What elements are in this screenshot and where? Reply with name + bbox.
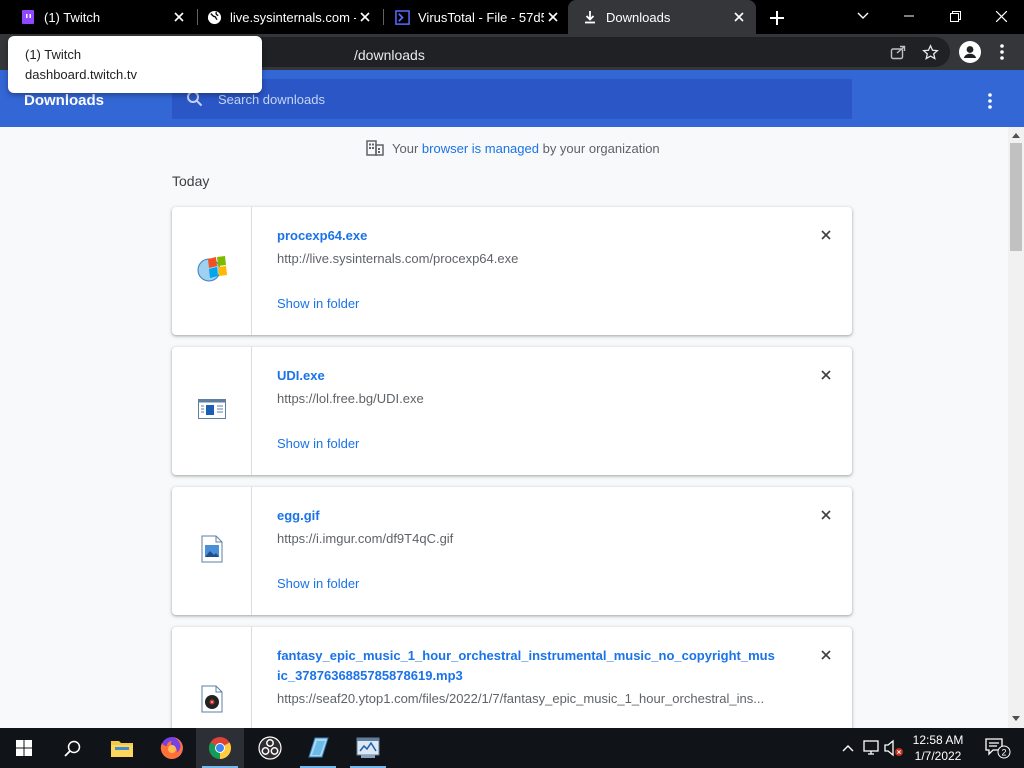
- file-icon-column: [172, 207, 252, 335]
- share-icon[interactable]: [886, 40, 910, 64]
- profile-avatar[interactable]: [958, 40, 982, 64]
- managed-notice: Your browser is managed by your organiza…: [366, 140, 660, 156]
- virustotal-icon: [394, 9, 410, 25]
- download-item: fantasy_epic_music_1_hour_orchestral_ins…: [172, 627, 852, 728]
- download-item: UDI.exe https://lol.free.bg/UDI.exe Show…: [172, 347, 852, 475]
- globe-icon: [206, 9, 222, 25]
- file-name-link[interactable]: egg.gif: [277, 506, 777, 526]
- show-in-folder-link[interactable]: Show in folder: [277, 576, 359, 591]
- managed-link[interactable]: browser is managed: [422, 141, 539, 156]
- download-item: procexp64.exe http://live.sysinternals.c…: [172, 207, 852, 335]
- remove-item-icon[interactable]: [816, 365, 836, 385]
- tab-title: Downloads: [606, 9, 671, 25]
- tab-search-icon[interactable]: [840, 0, 886, 32]
- file-icon-column: [172, 627, 252, 728]
- search-icon: [186, 90, 203, 112]
- new-tab-button[interactable]: [766, 7, 788, 29]
- show-in-folder-link[interactable]: Show in folder: [277, 296, 359, 311]
- file-source-url[interactable]: https://lol.free.bg/UDI.exe: [277, 391, 777, 406]
- download-item: egg.gif https://i.imgur.com/df9T4qC.gif …: [172, 487, 852, 615]
- date-section-header: Today: [172, 173, 210, 189]
- windows-app-icon: [196, 253, 228, 290]
- network-icon[interactable]: [862, 738, 882, 758]
- tab-title: live.sysinternals.com - /: [230, 9, 356, 25]
- file-explorer-icon[interactable]: [98, 728, 146, 768]
- downloads-list: Your browser is managed by your organiza…: [0, 127, 1008, 728]
- tab-strip: (1) Twitch live.sysinternals.com - / Vir…: [0, 0, 1024, 34]
- file-source-url[interactable]: http://live.sysinternals.com/procexp64.e…: [277, 251, 777, 266]
- scroll-up-arrow-icon[interactable]: [1010, 129, 1022, 141]
- file-name-link[interactable]: procexp64.exe: [277, 226, 777, 246]
- page-title: Downloads: [24, 92, 105, 109]
- file-icon-column: [172, 487, 252, 615]
- obs-icon[interactable]: [246, 728, 294, 768]
- file-name-link[interactable]: fantasy_epic_music_1_hour_orchestral_ins…: [277, 646, 777, 686]
- tab-title: VirusTotal - File - 57d5: [418, 9, 544, 25]
- taskbar-search-icon[interactable]: [48, 728, 96, 768]
- app-icon[interactable]: [294, 728, 342, 768]
- action-center-icon[interactable]: 2: [984, 738, 1012, 759]
- twitch-icon: [20, 9, 36, 25]
- file-source-url[interactable]: https://i.imgur.com/df9T4qC.gif: [277, 531, 777, 546]
- tab-downloads[interactable]: Downloads: [568, 0, 756, 34]
- tab-twitch[interactable]: (1) Twitch: [0, 0, 196, 34]
- close-tab-icon[interactable]: [356, 8, 374, 26]
- search-box[interactable]: [172, 79, 852, 119]
- show-hidden-icons-chevron-icon[interactable]: [838, 738, 858, 758]
- volume-muted-icon[interactable]: [884, 738, 904, 758]
- chrome-menu-icon[interactable]: [990, 40, 1014, 64]
- file-icon-column: [172, 347, 252, 475]
- remove-item-icon[interactable]: [816, 645, 836, 665]
- close-tab-icon[interactable]: [730, 8, 748, 26]
- minimize-button[interactable]: [886, 0, 932, 32]
- managed-suffix: by your organization: [542, 140, 660, 156]
- window-app-icon: [197, 398, 226, 424]
- close-window-button[interactable]: [978, 0, 1024, 32]
- firefox-icon[interactable]: [148, 728, 196, 768]
- more-actions-icon[interactable]: [978, 89, 1002, 113]
- file-name-link[interactable]: UDI.exe: [277, 366, 777, 386]
- bookmark-star-icon[interactable]: [918, 40, 942, 64]
- file-source-url[interactable]: https://seaf20.ytop1.com/files/2022/1/7/…: [277, 691, 777, 706]
- close-tab-icon[interactable]: [544, 8, 562, 26]
- restore-button[interactable]: [932, 0, 978, 32]
- remove-item-icon[interactable]: [816, 505, 836, 525]
- notification-count: 2: [1001, 748, 1006, 758]
- windows-taskbar: 12:58 AM 1/7/2022 2: [0, 728, 1024, 768]
- clock-time: 12:58 AM: [912, 733, 964, 747]
- start-button[interactable]: [0, 728, 48, 768]
- tab-virustotal[interactable]: VirusTotal - File - 57d5: [374, 0, 570, 34]
- taskbar-clock[interactable]: 12:58 AM 1/7/2022: [906, 732, 970, 764]
- hover-card-title: (1) Twitch: [25, 47, 82, 62]
- image-file-icon: [201, 535, 223, 568]
- hover-card-url: dashboard.twitch.tv: [25, 67, 138, 82]
- address-text: /downloads: [354, 47, 425, 63]
- tab-sysinternals[interactable]: live.sysinternals.com - /: [186, 0, 382, 34]
- building-icon: [366, 140, 384, 156]
- audio-file-icon: [201, 685, 223, 718]
- tab-title: (1) Twitch: [44, 9, 101, 25]
- search-input[interactable]: [218, 87, 818, 111]
- show-in-folder-link[interactable]: Show in folder: [277, 436, 359, 451]
- remove-item-icon[interactable]: [816, 225, 836, 245]
- clock-date: 1/7/2022: [914, 749, 962, 763]
- app-icon[interactable]: [344, 728, 392, 768]
- scrollbar-thumb[interactable]: [1010, 143, 1022, 251]
- chrome-icon[interactable]: [196, 728, 244, 768]
- download-icon: [582, 9, 598, 25]
- scroll-down-arrow-icon[interactable]: [1010, 712, 1022, 724]
- tab-hover-card: (1) Twitch dashboard.twitch.tv: [8, 36, 262, 93]
- managed-prefix: Your: [392, 140, 419, 156]
